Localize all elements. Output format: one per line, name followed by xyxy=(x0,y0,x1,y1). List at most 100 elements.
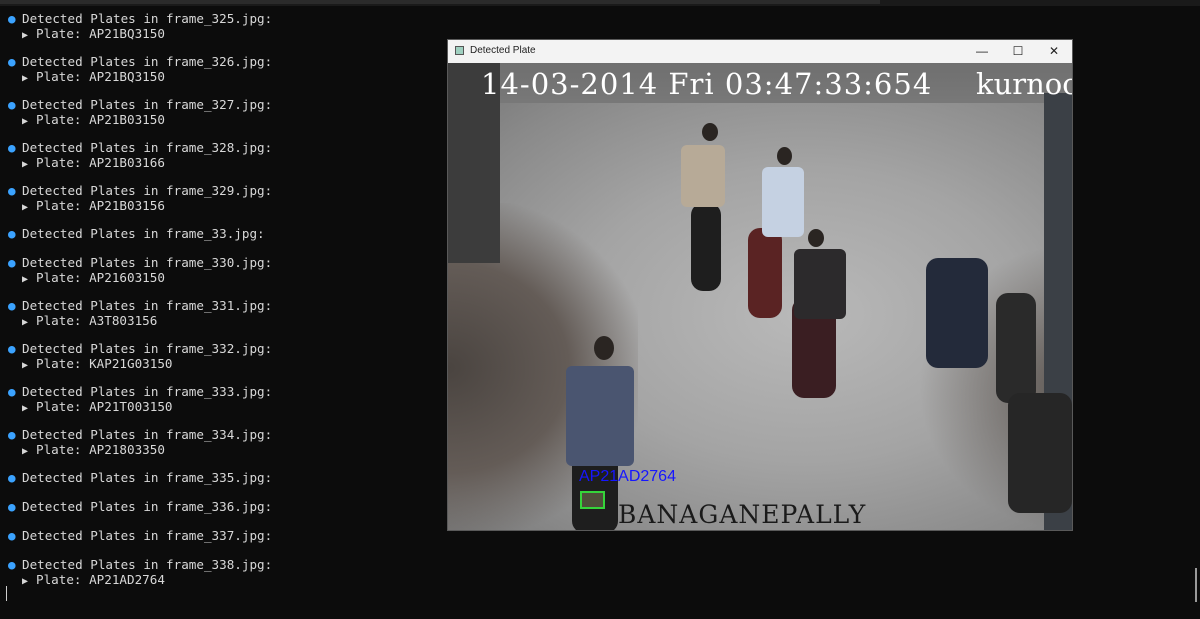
close-button[interactable]: ✕ xyxy=(1036,40,1072,63)
entry-plate-line: ▶ Plate: KAP21G03150 xyxy=(8,355,272,372)
entry-plate: Plate: A3T803156 xyxy=(36,312,158,328)
rider-3-head xyxy=(808,229,824,247)
maximize-button[interactable]: ☐ xyxy=(1000,40,1036,63)
entry-heading: Detected Plates in frame_325.jpg: xyxy=(22,11,273,26)
rider-1-head xyxy=(702,123,718,141)
triangle-right-icon: ▶ xyxy=(22,273,29,285)
entry-heading: Detected Plates in frame_336.jpg: xyxy=(22,499,273,514)
entry-plate: Plate: AP21T003150 xyxy=(36,398,173,414)
terminal-entry: ● Detected Plates in frame_338.jpg: ▶ Plate… xyxy=(8,557,273,588)
entry-plate-line: ▶ Plate: AP21BQ3150 xyxy=(8,25,272,42)
terminal-entry: ● Detected Plates in frame_325.jpg: ▶ Plate… xyxy=(8,11,273,42)
entry-heading: Detected Plates in frame_333.jpg: xyxy=(22,384,273,399)
entry-plate-line: ▶ Plate: AP21B03150 xyxy=(8,111,272,128)
entry-heading: Detected Plates in frame_332.jpg: xyxy=(22,341,273,356)
entry-heading: Detected Plates in frame_326.jpg: xyxy=(22,54,273,69)
entry-heading-line: ● Detected Plates in frame_328.jpg: xyxy=(8,140,273,156)
entry-plate-line: ▶ Plate: AP21AD2764 xyxy=(8,571,272,588)
magnifier-icon: ● xyxy=(8,183,16,198)
entry-heading-line: ● Detected Plates in frame_331.jpg: xyxy=(8,298,272,314)
detected-plate-window[interactable]: Detected Plate — ☐ ✕ 14-03-2014 Fri 03:4… xyxy=(447,39,1073,531)
triangle-right-icon: ▶ xyxy=(22,158,29,170)
entry-heading: Detected Plates in frame_338.jpg: xyxy=(22,557,273,572)
terminal-entry: ● Detected Plates in frame_329.jpg: ▶ Plate… xyxy=(8,183,273,214)
terminal-entry: ● Detected Plates in frame_331.jpg: ▶ Plate… xyxy=(8,298,272,329)
magnifier-icon: ● xyxy=(8,427,16,442)
entry-heading-line: ● Detected Plates in frame_33.jpg: xyxy=(8,226,265,242)
terminal-entry: ● Detected Plates in frame_334.jpg: ▶ Plate… xyxy=(8,427,273,457)
terminal-entry: ● Detected Plates in frame_336.jpg: xyxy=(8,499,273,515)
camera-frame-image: 14-03-2014 Fri 03:47:33:654 kurnoo BANAG… xyxy=(448,63,1072,530)
osd-location: kurnoo xyxy=(976,67,1072,101)
magnifier-icon: ● xyxy=(8,255,16,270)
triangle-right-icon: ▶ xyxy=(22,29,29,41)
entry-plate-line: ▶ Plate: A3T803156 xyxy=(8,312,272,329)
entry-heading: Detected Plates in frame_334.jpg: xyxy=(22,427,273,442)
entry-heading-line: ● Detected Plates in frame_338.jpg: xyxy=(8,557,273,573)
entry-heading-line: ● Detected Plates in frame_329.jpg: xyxy=(8,183,273,199)
entry-heading: Detected Plates in frame_337.jpg: xyxy=(22,528,273,543)
entry-plate: Plate: KAP21G03150 xyxy=(36,355,173,371)
rider-4 xyxy=(566,366,634,466)
window-titlebar[interactable]: Detected Plate — ☐ ✕ xyxy=(448,40,1072,63)
terminal-scrollbar[interactable] xyxy=(1195,568,1197,602)
triangle-right-icon: ▶ xyxy=(22,316,29,328)
entry-heading-line: ● Detected Plates in frame_336.jpg: xyxy=(8,499,273,515)
entry-plate: Plate: AP21B03166 xyxy=(36,154,165,170)
window-title: Detected Plate xyxy=(470,45,536,56)
triangle-right-icon: ▶ xyxy=(22,115,29,127)
magnifier-icon: ● xyxy=(8,470,16,485)
magnifier-icon: ● xyxy=(8,499,16,514)
magnifier-icon: ● xyxy=(8,140,16,155)
magnifier-icon: ● xyxy=(8,528,16,543)
plate-bounding-box xyxy=(580,491,605,509)
entry-heading-line: ● Detected Plates in frame_330.jpg: xyxy=(8,255,272,271)
magnifier-icon: ● xyxy=(8,298,16,313)
triangle-right-icon: ▶ xyxy=(22,575,29,587)
entry-heading-line: ● Detected Plates in frame_333.jpg: xyxy=(8,384,273,400)
triangle-right-icon: ▶ xyxy=(22,402,29,414)
entry-plate-line: ▶ Plate: AP21B03156 xyxy=(8,197,272,214)
triangle-right-icon: ▶ xyxy=(22,359,29,371)
motorbike-1 xyxy=(691,203,721,291)
magnifier-icon: ● xyxy=(8,54,16,69)
entry-heading: Detected Plates in frame_327.jpg: xyxy=(22,97,273,112)
motorbike-2 xyxy=(748,228,782,318)
minimize-button[interactable]: — xyxy=(964,40,1000,63)
entry-heading-line: ● Detected Plates in frame_337.jpg: xyxy=(8,528,273,544)
terminal-entry: ● Detected Plates in frame_335.jpg: xyxy=(8,470,272,486)
magnifier-icon: ● xyxy=(8,384,16,399)
entry-plate: Plate: AP21BQ3150 xyxy=(36,68,165,84)
entry-plate: Plate: AP21B03156 xyxy=(36,197,165,213)
rider-2-head xyxy=(777,147,792,165)
magnifier-icon: ● xyxy=(8,557,16,572)
entry-heading-line: ● Detected Plates in frame_334.jpg: xyxy=(8,427,273,443)
triangle-right-icon: ▶ xyxy=(22,201,29,213)
entry-heading-line: ● Detected Plates in frame_332.jpg: xyxy=(8,341,273,357)
entry-plate-line: ▶ Plate: AP21603150 xyxy=(8,269,272,286)
rider-3 xyxy=(794,249,846,319)
osd-bottom-label: BANAGANEPALLY xyxy=(618,500,867,529)
entry-heading: Detected Plates in frame_328.jpg: xyxy=(22,140,273,155)
entry-plate-line: ▶ Plate: AP21B03166 xyxy=(8,154,272,171)
parked-bicycle xyxy=(996,293,1036,403)
terminal-entry: ● Detected Plates in frame_333.jpg: ▶ Plate… xyxy=(8,384,273,415)
entry-plate: Plate: AP21BQ3150 xyxy=(36,25,165,41)
terminal-entry: ● Detected Plates in frame_328.jpg: ▶ Plate… xyxy=(8,140,273,171)
magnifier-icon: ● xyxy=(8,97,16,112)
entry-plate: Plate: AP21AD2764 xyxy=(36,571,165,587)
rider-2 xyxy=(762,167,804,237)
entry-plate: Plate: AP21B03150 xyxy=(36,111,165,127)
entry-heading: Detected Plates in frame_329.jpg: xyxy=(22,183,273,198)
entry-plate: Plate: AP21803350 xyxy=(36,441,165,457)
magnifier-icon: ● xyxy=(8,226,16,241)
terminal-entry: ● Detected Plates in frame_337.jpg: xyxy=(8,528,273,544)
terminal-top-bar xyxy=(0,0,1200,6)
terminal-cursor xyxy=(6,586,7,601)
terminal-entry: ● Detected Plates in frame_330.jpg: ▶ Plate… xyxy=(8,255,272,286)
rider-4-head xyxy=(594,336,614,360)
terminal-entry: ● Detected Plates in frame_326.jpg: ▶ Plate… xyxy=(8,54,273,84)
entry-plate: Plate: AP21603150 xyxy=(36,269,165,285)
entry-plate-line: ▶ Plate: AP21T003150 xyxy=(8,398,272,415)
detected-plate-label: AP21AD2764 xyxy=(579,468,676,485)
